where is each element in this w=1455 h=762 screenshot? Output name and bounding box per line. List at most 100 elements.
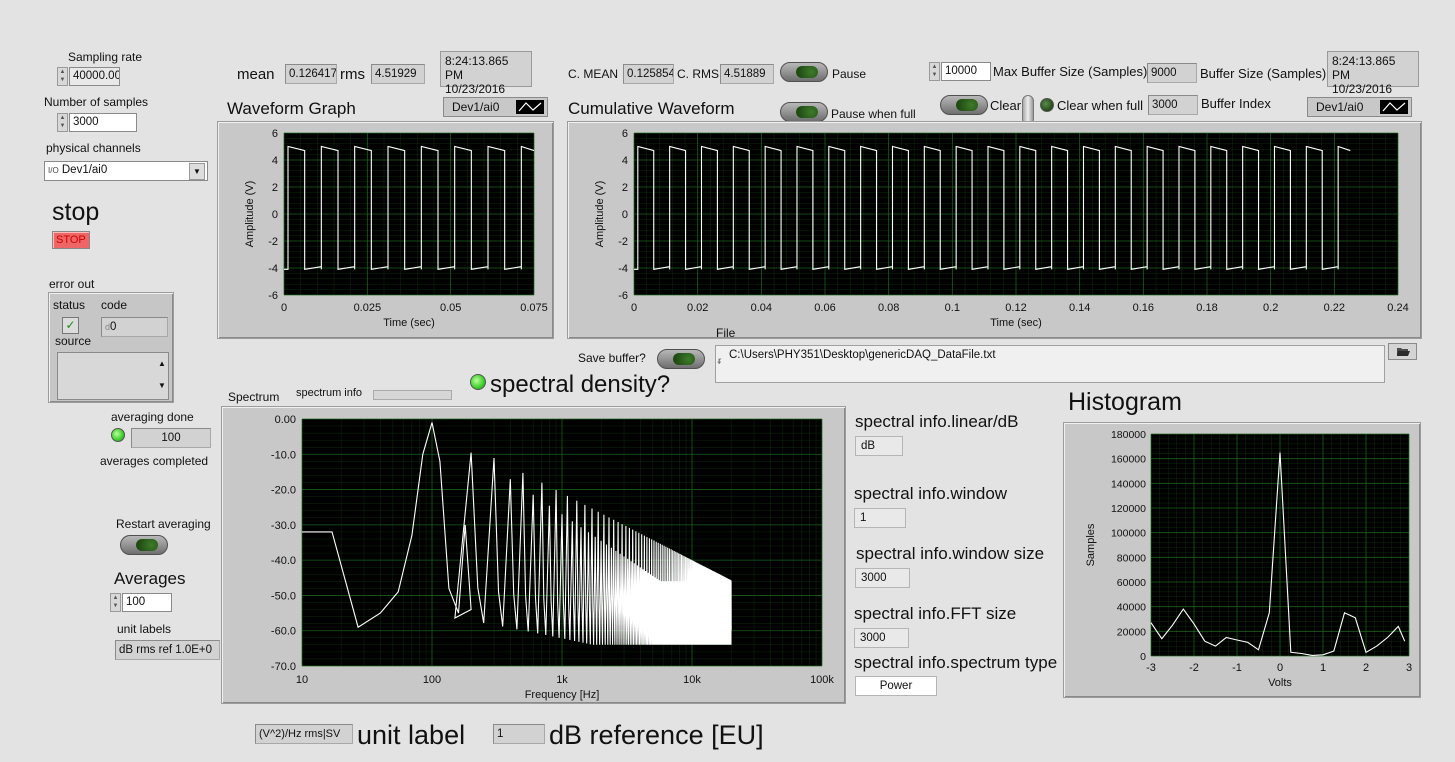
- chevron-down-icon[interactable]: ▼: [189, 163, 205, 180]
- cumulative-legend-label: Dev1/ai0: [1316, 100, 1364, 114]
- waveform-x-tick-label: 0: [281, 302, 287, 314]
- averages-spinner[interactable]: ▲ ▼: [110, 593, 121, 612]
- waveform-y-tick-label: 2: [272, 182, 278, 194]
- waveform-graph-svg: 6420-2-4-60 0.025 0.05 0.075Time (sec)Ampli…: [244, 128, 548, 329]
- histogram-x-tick-label: 2: [1363, 662, 1369, 674]
- histogram-graph: 180000 160000 140000 120000 100000 80000 60000…: [1063, 422, 1421, 698]
- pause-button[interactable]: [780, 62, 828, 82]
- number-of-samples-input[interactable]: 3000: [69, 113, 137, 132]
- scrollbar[interactable]: ▲ ▼: [156, 353, 168, 397]
- histogram-y-axis-label: Samples: [1085, 523, 1097, 566]
- pause-when-full-button[interactable]: [780, 102, 828, 122]
- waveform-y-tick-label: -4: [268, 263, 278, 275]
- save-buffer-button[interactable]: [657, 349, 705, 369]
- stop-label: stop: [52, 198, 100, 226]
- waveform-y-tick-label: -2: [268, 236, 278, 248]
- spectral-density-led[interactable]: [470, 374, 486, 390]
- averages-completed-value: 100: [131, 428, 211, 448]
- number-of-samples-spinner[interactable]: ▲ ▼: [57, 113, 68, 132]
- mean-value: 0.126417: [285, 64, 337, 84]
- save-buffer-label: Save buffer?: [578, 351, 646, 365]
- sampling-rate-label: Sampling rate: [68, 50, 143, 64]
- spectrum-graph: 0.00 -10.0 -20.0 -30.0 -40.0 -50.0 -60.0 -70.0 1…: [221, 406, 846, 704]
- crms-value: 4.51889: [720, 64, 774, 84]
- spectrum-x-tick-label: 100: [423, 674, 441, 686]
- folder-icon[interactable]: [1388, 343, 1417, 360]
- max-buffer-spinner[interactable]: ▲ ▼: [929, 62, 940, 81]
- buffer-index-value: 3000: [1148, 95, 1198, 115]
- spectrum-y-tick-label: -70.0: [271, 661, 296, 673]
- histogram-y-tick-label: 100000: [1111, 528, 1146, 540]
- physical-channels-value: Dev1/ai0: [61, 164, 108, 176]
- cumulative-x-tick-label: 0.22: [1324, 302, 1345, 314]
- spectral-info-window-size-value: 3000: [855, 568, 910, 588]
- crms-label: C. RMS: [677, 67, 719, 81]
- spectrum-x-axis-label: Frequency [Hz]: [525, 689, 600, 701]
- cumulative-y-tick-label: -6: [618, 290, 628, 302]
- histogram-x-tick-label: 3: [1406, 662, 1412, 674]
- cumulative-waveform-graph: 6 4 2 0 -2 -4 -6 0 0.02 0.04 0.06 0.08 0.1 0.12 0.14 0.…: [567, 121, 1422, 339]
- histogram-x-tick-label: -1: [1232, 662, 1242, 674]
- stop-button[interactable]: STOP: [52, 231, 90, 249]
- timestamp-date-2: 10/23/2016: [1332, 82, 1393, 96]
- averages-input[interactable]: 100: [122, 593, 172, 612]
- clear-button[interactable]: [940, 95, 988, 115]
- waveform-x-tick-label: 0.05: [440, 302, 461, 314]
- averages-label: Averages: [114, 569, 186, 588]
- buffer-size-label: Buffer Size (Samples): [1200, 66, 1327, 81]
- cumulative-plot-legend[interactable]: Dev1/ai0: [1307, 97, 1412, 117]
- histogram-x-tick-label: 1: [1320, 662, 1326, 674]
- file-path-field[interactable]: ᵲ C:\Users\PHY351\Desktop\genericDAQ_Dat…: [715, 345, 1385, 383]
- file-path-value: C:\Users\PHY351\Desktop\genericDAQ_DataF…: [729, 349, 996, 361]
- error-code-value: d0: [101, 317, 168, 337]
- path-icon: ᵲ: [718, 356, 722, 367]
- cumulative-y-tick-label: 6: [622, 128, 628, 140]
- histogram-y-tick-label: 40000: [1117, 602, 1146, 614]
- spectrum-y-tick-label: -40.0: [271, 555, 296, 567]
- waveform-x-tick-label: 0.075: [520, 302, 548, 314]
- max-buffer-input[interactable]: 10000: [941, 62, 991, 81]
- spectral-info-fft-size-value: 3000: [854, 628, 909, 648]
- restart-averaging-button[interactable]: [120, 535, 168, 555]
- pause-when-full-label: Pause when full: [831, 107, 916, 121]
- cumulative-x-tick-label: 0.12: [1005, 302, 1026, 314]
- spectral-info-linear-db-value: dB: [855, 436, 903, 456]
- io-glyph: I/O: [48, 166, 59, 175]
- timestamp-time-2: 8:24:13.865 PM: [1332, 54, 1396, 82]
- cumulative-y-tick-label: 4: [622, 155, 628, 167]
- waveform-y-tick-label: -6: [268, 290, 278, 302]
- spectrum-title: Spectrum: [228, 390, 280, 404]
- spectrum-y-tick-label: -10.0: [271, 449, 296, 461]
- histogram-x-tick-label: -3: [1146, 662, 1156, 674]
- buffer-size-value: 9000: [1147, 63, 1197, 83]
- error-out-label: error out: [49, 277, 95, 291]
- histogram-y-tick-label: 60000: [1117, 577, 1146, 589]
- cumulative-x-tick-label: 0.16: [1133, 302, 1154, 314]
- unit-label-value: (V^2)/Hz rms|SV: [255, 724, 353, 744]
- spectrum-x-tick-label: 100k: [810, 674, 834, 686]
- max-buffer-label: Max Buffer Size (Samples): [993, 64, 1148, 79]
- histogram-y-tick-label: 20000: [1117, 626, 1146, 638]
- spectrum-info-label: spectrum info: [296, 387, 363, 399]
- rms-label: rms: [340, 66, 365, 83]
- cumulative-x-tick-label: 0.18: [1196, 302, 1217, 314]
- unit-label-label: unit label: [357, 720, 466, 750]
- histogram-x-tick-label: 0: [1277, 662, 1283, 674]
- waveform-plot-legend[interactable]: Dev1/ai0: [443, 97, 548, 117]
- cumulative-y-tick-label: 0: [622, 209, 628, 221]
- cumulative-x-tick-label: 0.24: [1387, 302, 1408, 314]
- clear-when-full-led: [1040, 98, 1054, 112]
- histogram-y-tick-label: 120000: [1111, 503, 1146, 515]
- histogram-y-tick-label: 180000: [1111, 429, 1146, 441]
- sampling-rate-spinner[interactable]: ▲ ▼: [57, 67, 68, 86]
- waveform-y-tick-label: 0: [272, 209, 278, 221]
- physical-channels-select[interactable]: I/O Dev1/ai0 ▼: [44, 161, 208, 181]
- unit-labels-value: dB rms ref 1.0E+0: [115, 640, 220, 660]
- averages-completed-label: averages completed: [100, 454, 209, 468]
- spectrum-y-tick-label: -50.0: [271, 590, 296, 602]
- spectrum-y-tick-label: 0.00: [275, 414, 296, 426]
- timestamp-date: 10/23/2016: [445, 82, 506, 96]
- histogram-x-axis-label: Volts: [1268, 677, 1292, 689]
- timestamp-time: 8:24:13.865 PM: [445, 54, 509, 82]
- sampling-rate-input[interactable]: 40000.00: [69, 67, 120, 86]
